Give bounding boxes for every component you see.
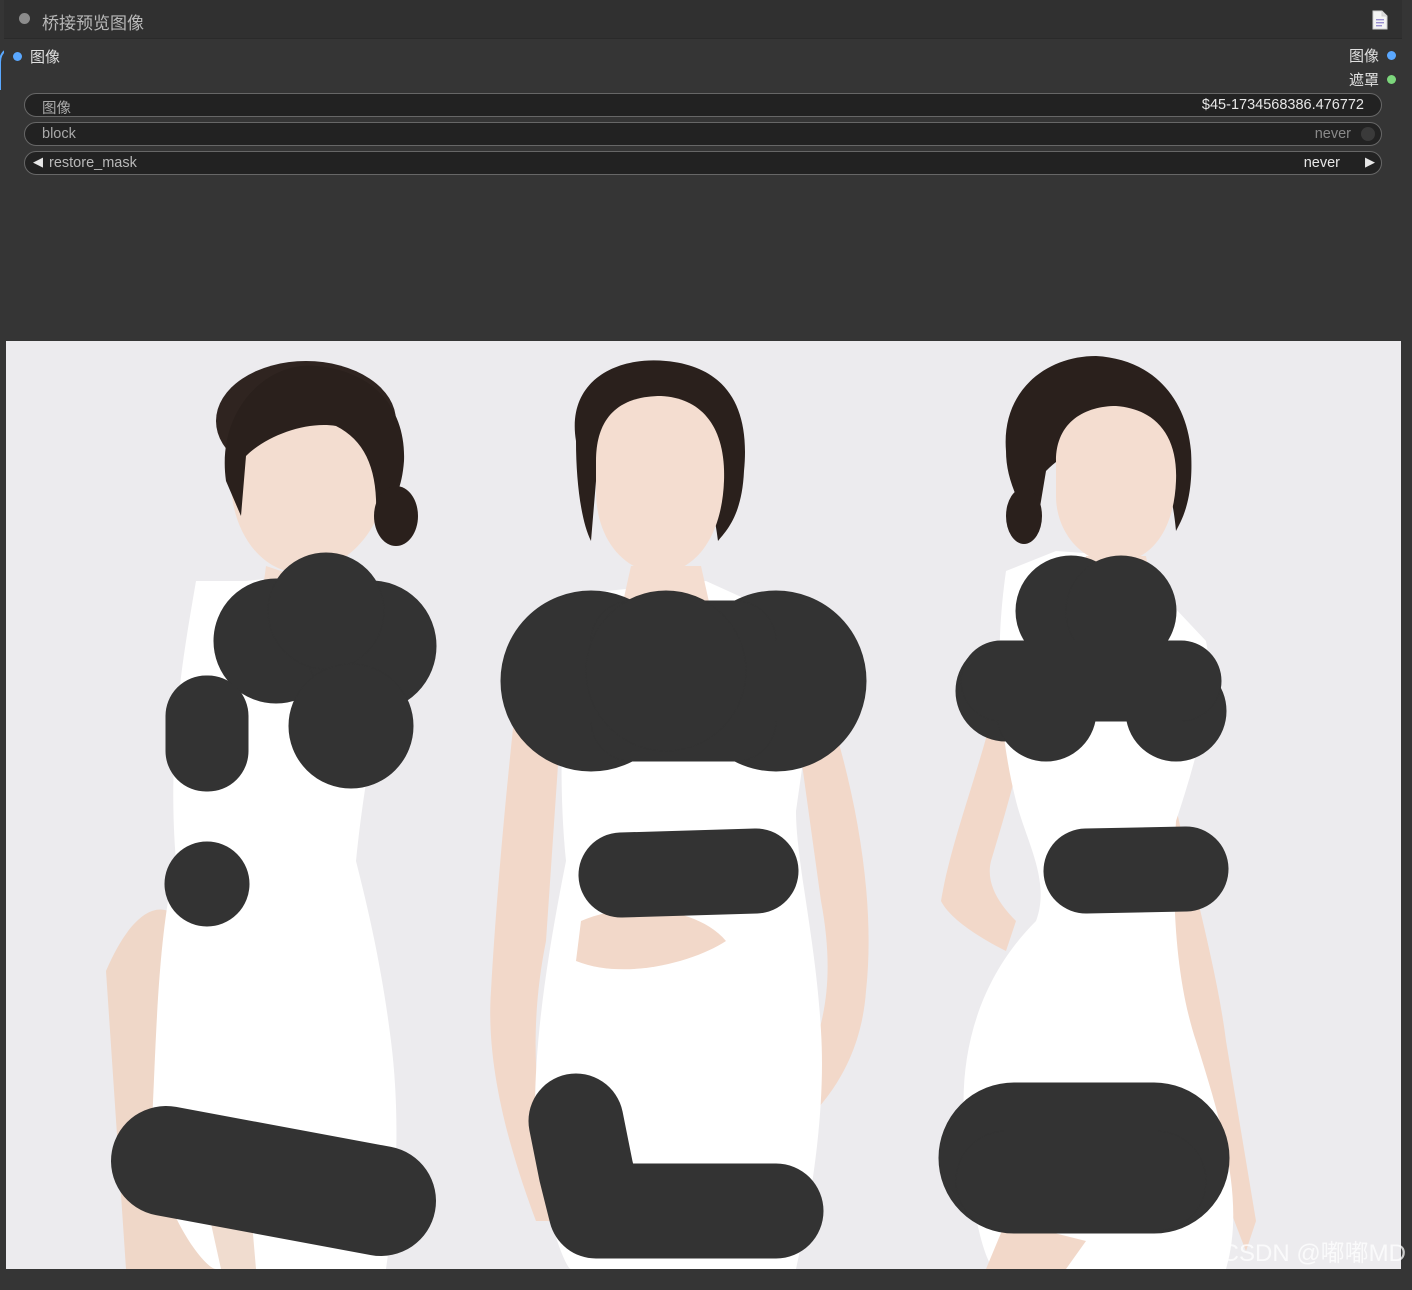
image-widget[interactable]: 图像 $45-1734568386.476772 — [24, 93, 1382, 117]
widget-value: never — [1303, 155, 1340, 171]
output-slot-label: 遮罩 — [1348, 71, 1379, 89]
output-slot-image[interactable]: 图像 — [1348, 47, 1396, 65]
input-slot-image[interactable]: 图像 — [13, 48, 61, 66]
output-socket-icon[interactable] — [1387, 50, 1396, 60]
input-slot-label: 图像 — [30, 48, 61, 66]
node-title: 桥接预览图像 — [42, 14, 144, 33]
widget-value: never — [1314, 126, 1351, 142]
widget-label: block — [42, 126, 76, 142]
preview-image — [6, 341, 1401, 1269]
watermark-text: CSDN @嘟嘟MD — [1221, 1240, 1406, 1267]
input-socket-icon[interactable] — [13, 51, 22, 61]
output-slot-mask[interactable]: 遮罩 — [1348, 71, 1396, 89]
restore-mask-combo[interactable]: ◀ restore_mask never ▶ — [24, 151, 1382, 175]
widget-label: 图像 — [42, 101, 71, 117]
block-toggle[interactable]: block never — [24, 122, 1382, 146]
arrow-right-icon[interactable]: ▶ — [1365, 154, 1375, 170]
collapse-dot-icon[interactable] — [19, 13, 30, 24]
node-titlebar[interactable]: 桥接预览图像 — [4, 0, 1402, 39]
arrow-left-icon[interactable]: ◀ — [33, 154, 43, 170]
output-socket-icon[interactable] — [1387, 74, 1396, 84]
document-icon[interactable] — [1372, 10, 1388, 30]
widget-label: restore_mask — [49, 155, 137, 171]
bridge-preview-node[interactable]: 桥接预览图像 图像 图像 遮罩 图像 $45-1734568386.476772… — [4, 0, 1402, 1272]
widget-value: $45-1734568386.476772 — [1201, 97, 1364, 113]
toggle-knob-icon[interactable] — [1361, 127, 1375, 141]
output-slot-label: 图像 — [1348, 47, 1379, 65]
